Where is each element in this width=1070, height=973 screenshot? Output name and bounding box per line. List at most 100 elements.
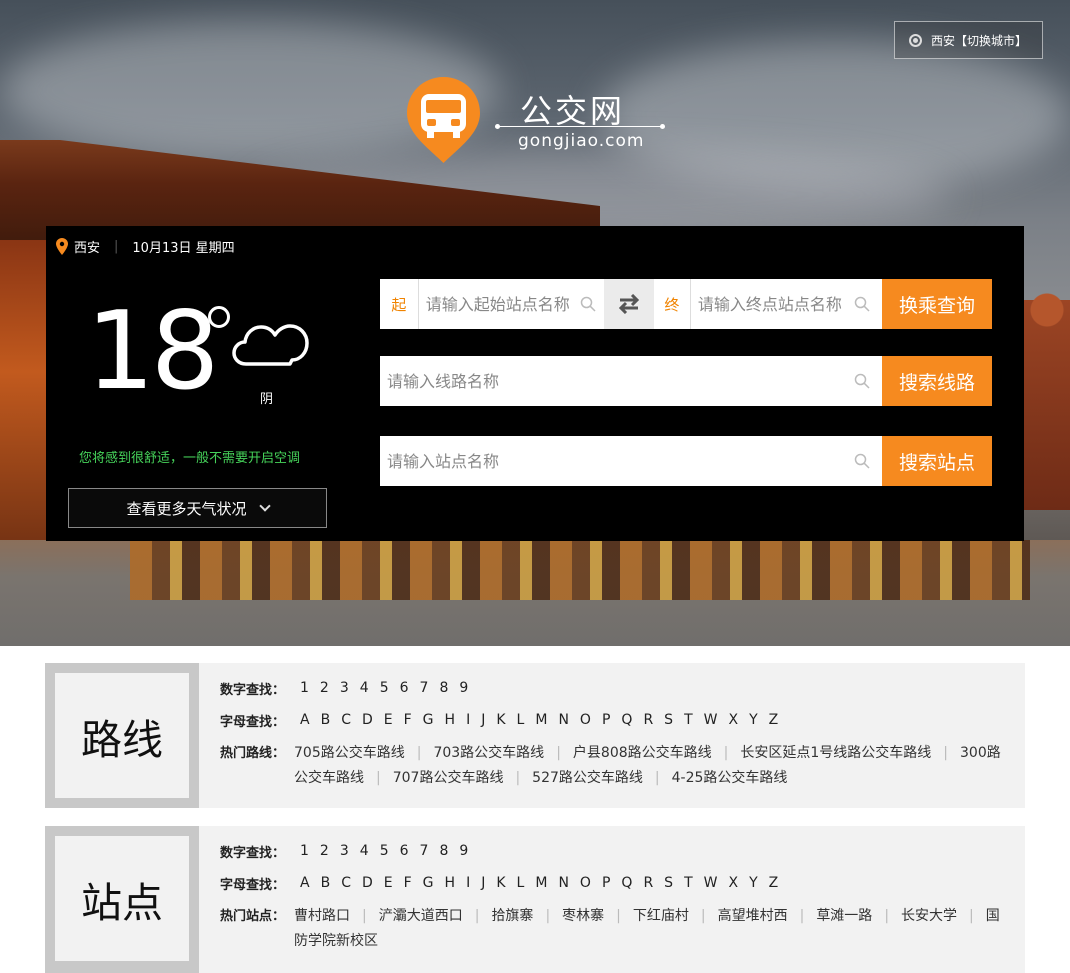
transfer-search-button[interactable]: 换乘查询 (882, 279, 992, 329)
hot-routes-label: 热门路线： (220, 746, 286, 761)
letter-key-l[interactable]: L (517, 875, 525, 891)
hot-link[interactable]: 户县808路公交车路线 (573, 745, 712, 761)
letter-key-e[interactable]: E (384, 712, 393, 728)
letter-key-c[interactable]: C (341, 712, 351, 728)
hot-link[interactable]: 高望堆村西 (718, 908, 788, 924)
digit-key-6[interactable]: 6 (400, 680, 409, 696)
search-icon (854, 373, 870, 389)
digit-key-9[interactable]: 9 (459, 680, 468, 696)
letter-key-f[interactable]: F (404, 712, 412, 728)
letter-key-y[interactable]: Y (749, 712, 758, 728)
hot-link[interactable]: 下红庙村 (633, 908, 689, 924)
more-weather-label: 查看更多天气状况 (126, 499, 247, 518)
letter-key-m[interactable]: M (535, 712, 547, 728)
stop-search-button[interactable]: 搜索站点 (882, 436, 992, 486)
digit-key-8[interactable]: 8 (439, 680, 448, 696)
line-search-button[interactable]: 搜索线路 (882, 356, 992, 406)
digit-key-6[interactable]: 6 (400, 843, 409, 859)
digit-key-9[interactable]: 9 (459, 843, 468, 859)
digit-key-4[interactable]: 4 (360, 680, 369, 696)
letter-key-x[interactable]: X (728, 712, 738, 728)
digit-key-5[interactable]: 5 (380, 680, 389, 696)
hot-link[interactable]: 长安大学 (901, 908, 957, 924)
letter-key-p[interactable]: P (602, 712, 610, 728)
digit-key-2[interactable]: 2 (320, 843, 329, 859)
letter-key-f[interactable]: F (404, 875, 412, 891)
current-city[interactable]: 西安 (74, 237, 100, 256)
swap-stations-button[interactable] (604, 279, 654, 329)
letter-key-z[interactable]: Z (769, 875, 779, 891)
digit-key-2[interactable]: 2 (320, 680, 329, 696)
hot-link[interactable]: 705路公交车路线 (294, 745, 405, 761)
letter-key-n[interactable]: N (558, 875, 568, 891)
digit-key-4[interactable]: 4 (360, 843, 369, 859)
letter-key-k[interactable]: K (496, 875, 505, 891)
letter-key-t[interactable]: T (684, 712, 693, 728)
digit-key-1[interactable]: 1 (300, 680, 309, 696)
letter-key-g[interactable]: G (423, 712, 434, 728)
letter-key-a[interactable]: A (300, 712, 310, 728)
start-station-input[interactable] (418, 279, 604, 329)
letter-key-d[interactable]: D (362, 712, 373, 728)
letter-key-r[interactable]: R (643, 712, 653, 728)
letter-key-b[interactable]: B (321, 712, 331, 728)
letter-key-w[interactable]: W (704, 712, 718, 728)
city-switch-button[interactable]: 西安【切换城市】 (894, 21, 1043, 59)
letter-key-w[interactable]: W (704, 875, 718, 891)
hot-link[interactable]: 4-25路公交车路线 (672, 770, 788, 786)
letter-key-q[interactable]: Q (621, 712, 632, 728)
bus-logo-icon[interactable] (407, 77, 480, 163)
link-separator: | (515, 770, 521, 786)
letter-key-y[interactable]: Y (749, 875, 758, 891)
letter-key-n[interactable]: N (558, 712, 568, 728)
digit-key-1[interactable]: 1 (300, 843, 309, 859)
letter-key-e[interactable]: E (384, 875, 393, 891)
letter-key-o[interactable]: O (580, 712, 591, 728)
letter-key-t[interactable]: T (684, 875, 693, 891)
hot-link[interactable]: 浐灞大道西口 (379, 908, 463, 924)
letter-key-s[interactable]: S (664, 875, 673, 891)
letter-key-k[interactable]: K (496, 712, 505, 728)
digit-key-8[interactable]: 8 (439, 843, 448, 859)
hot-link[interactable]: 703路公交车路线 (433, 745, 544, 761)
letter-key-g[interactable]: G (423, 875, 434, 891)
letter-key-b[interactable]: B (321, 875, 331, 891)
letter-key-x[interactable]: X (728, 875, 738, 891)
digit-key-7[interactable]: 7 (420, 680, 429, 696)
letter-key-h[interactable]: H (445, 712, 456, 728)
hot-link[interactable]: 527路公交车路线 (532, 770, 643, 786)
stop-name-input[interactable] (380, 436, 882, 486)
letter-key-d[interactable]: D (362, 875, 373, 891)
letter-key-p[interactable]: P (602, 875, 610, 891)
letter-key-s[interactable]: S (664, 712, 673, 728)
hot-routes-row: 热门路线： 705路公交车路线 | 703路公交车路线 | 户县808路公交车路线 | 长安… (220, 741, 1009, 791)
more-weather-button[interactable]: 查看更多天气状况 (68, 488, 327, 528)
hot-link[interactable]: 草滩一路 (816, 908, 872, 924)
hot-link[interactable]: 707路公交车路线 (393, 770, 504, 786)
letter-key-h[interactable]: H (445, 875, 456, 891)
letter-key-z[interactable]: Z (769, 712, 779, 728)
location-pin-icon (56, 237, 68, 255)
hot-link[interactable]: 拾旗寨 (491, 908, 533, 924)
digit-key-3[interactable]: 3 (340, 680, 349, 696)
letter-label: 字母查找： (220, 877, 286, 893)
letter-key-j[interactable]: J (481, 712, 485, 728)
hot-link[interactable]: 枣林寨 (562, 908, 604, 924)
letter-key-i[interactable]: I (466, 712, 470, 728)
letter-key-i[interactable]: I (466, 875, 470, 891)
letter-key-c[interactable]: C (341, 875, 351, 891)
stops-section: 站点 数字查找： 123456789 字母查找： ABCDEFGHIJKLMNO… (45, 826, 1025, 973)
letter-key-m[interactable]: M (535, 875, 547, 891)
letter-key-l[interactable]: L (517, 712, 525, 728)
letter-key-a[interactable]: A (300, 875, 310, 891)
letter-key-o[interactable]: O (580, 875, 591, 891)
letter-key-q[interactable]: Q (621, 875, 632, 891)
digit-key-5[interactable]: 5 (380, 843, 389, 859)
letter-key-j[interactable]: J (481, 875, 485, 891)
line-name-input[interactable] (380, 356, 882, 406)
hot-link[interactable]: 曹村路口 (294, 908, 350, 924)
digit-key-3[interactable]: 3 (340, 843, 349, 859)
letter-key-r[interactable]: R (643, 875, 653, 891)
digit-key-7[interactable]: 7 (420, 843, 429, 859)
hot-link[interactable]: 长安区延点1号线路公交车路线 (740, 745, 931, 761)
